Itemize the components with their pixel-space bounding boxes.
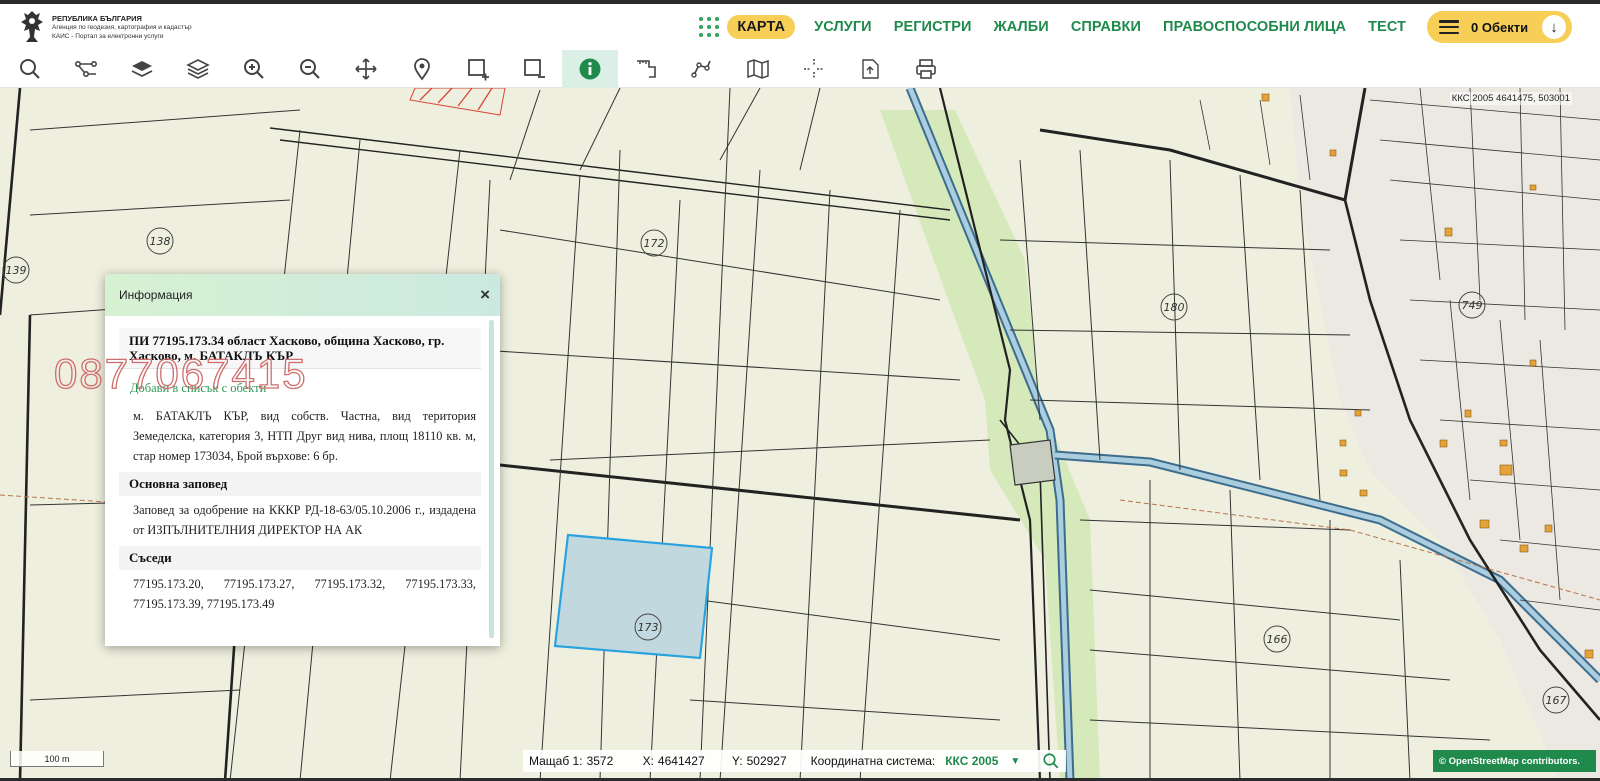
scale-value[interactable]: 3572 <box>587 754 643 768</box>
main-nav: КАРТА УСЛУГИ РЕГИСТРИ ЖАЛБИ СПРАВКИ ПРАВ… <box>699 4 1572 50</box>
parcel-label-167: 167 <box>1546 694 1567 707</box>
measure-icon <box>637 60 656 78</box>
scale-label: Мащаб 1: <box>529 754 583 768</box>
parcel-label-172: 172 <box>644 237 665 250</box>
info-panel-scrollbar[interactable] <box>489 320 494 638</box>
route-tool[interactable] <box>58 50 114 88</box>
header: РЕПУБЛИКА БЪЛГАРИЯ Агенция по геодезия, … <box>0 4 1600 50</box>
nav-map[interactable]: КАРТА <box>727 15 796 39</box>
zoom-out-icon <box>300 59 320 79</box>
select-remove-tool[interactable] <box>506 50 562 88</box>
export-tool[interactable] <box>842 50 898 88</box>
scale-bar: 100 m <box>10 751 104 767</box>
parcel-description: м. БАТАКЛЪ КЪР, вид собств. Частна, вид … <box>133 409 476 463</box>
apps-grid-icon[interactable] <box>699 17 720 37</box>
map-toolbar <box>0 50 1600 88</box>
info-icon <box>579 58 601 80</box>
nav-licensed-persons[interactable]: ПРАВОСПОСОБНИ ЛИЦА <box>1163 19 1346 35</box>
search-tool[interactable] <box>2 50 58 88</box>
info-tool[interactable] <box>562 50 618 88</box>
agency-logo[interactable]: РЕПУБЛИКА БЪЛГАРИЯ Агенция по геодезия, … <box>18 7 198 47</box>
crosshair-icon <box>804 59 824 79</box>
parcel-label-139: 139 <box>6 264 27 277</box>
coordinate-readout: ККС 2005 4641475, 503001 <box>1449 92 1572 105</box>
logo-line-1: РЕПУБЛИКА БЪЛГАРИЯ <box>52 13 142 23</box>
parcel-label-173: 173 <box>638 621 659 634</box>
objects-count: 0 Обекти <box>1471 19 1529 35</box>
export-icon <box>862 59 879 79</box>
measure-tool[interactable] <box>618 50 674 88</box>
parcel-label-138: 138 <box>150 235 171 248</box>
select-remove-icon <box>524 59 545 78</box>
polyline-tool[interactable] <box>674 50 730 88</box>
parcel-label-749: 749 <box>1462 299 1483 312</box>
info-panel: Информация × ПИ 77195.173.34 област Хаск… <box>105 274 500 646</box>
close-icon[interactable]: × <box>480 285 490 305</box>
neighbors-section-title: Съседи <box>119 546 481 570</box>
order-text: Заповед за одобрение на КККР РД-18-63/05… <box>133 503 476 537</box>
zoom-out-tool[interactable] <box>282 50 338 88</box>
map-attribution[interactable]: © OpenStreetMap contributors. <box>1433 750 1596 772</box>
pan-tool[interactable] <box>338 50 394 88</box>
layers-tool[interactable] <box>170 50 226 88</box>
nav-registers[interactable]: РЕГИСТРИ <box>894 19 972 35</box>
status-bar: Мащаб 1: 3572 X: 4641427 Y: 502927 Коорд… <box>523 750 1067 772</box>
print-icon <box>916 59 936 79</box>
x-label: X: <box>642 754 654 768</box>
dropdown-arrow-icon[interactable]: ▼ <box>1010 756 1020 767</box>
select-add-icon <box>468 59 489 81</box>
y-value: 502927 <box>746 754 787 768</box>
x-value: 4641427 <box>657 754 705 768</box>
nav-test[interactable]: ТЕСТ <box>1368 19 1406 35</box>
info-panel-title: Информация <box>119 288 193 302</box>
coordinate-search-icon[interactable] <box>1042 752 1060 770</box>
map-tool[interactable] <box>730 50 786 88</box>
objects-button[interactable]: 0 Обекти ↓ <box>1427 11 1572 43</box>
info-panel-header: Информация × <box>105 274 500 316</box>
phone-watermark: 0877067415 <box>53 349 308 397</box>
crosshair-tool[interactable] <box>786 50 842 88</box>
nav-complaints[interactable]: ЖАЛБИ <box>994 19 1049 35</box>
neighbors-text: 77195.173.20, 77195.173.27, 77195.173.32… <box>133 577 476 611</box>
layers-filled-icon <box>131 61 153 78</box>
crs-label: Координатна система: <box>810 754 936 768</box>
logo-line-3: КАИС - Портал за електронни услуги <box>52 32 164 40</box>
map-icon <box>747 59 769 79</box>
menu-icon <box>1439 20 1459 34</box>
nav-services[interactable]: УСЛУГИ <box>814 19 872 35</box>
logo-line-2: Агенция по геодезия, картография и кадас… <box>52 23 192 31</box>
order-section-title: Основна заповед <box>119 472 481 496</box>
arrow-down-icon[interactable]: ↓ <box>1542 15 1566 39</box>
location-pin-icon <box>414 58 430 81</box>
zoom-in-tool[interactable] <box>226 50 282 88</box>
zoom-in-icon <box>244 59 264 79</box>
location-tool[interactable] <box>394 50 450 88</box>
polyline-icon <box>691 60 711 78</box>
layers-icon <box>186 59 210 79</box>
parcel-label-180: 180 <box>1164 301 1185 314</box>
search-icon <box>20 59 40 79</box>
y-label: Y: <box>731 754 743 768</box>
print-tool[interactable] <box>898 50 954 88</box>
crs-select[interactable]: ККС 2005 <box>945 754 998 768</box>
base-layers-tool[interactable] <box>114 50 170 88</box>
coat-of-arms-icon <box>21 11 43 42</box>
route-icon <box>74 61 97 78</box>
pan-icon <box>355 58 377 80</box>
select-add-tool[interactable] <box>450 50 506 88</box>
parcel-label-166: 166 <box>1267 633 1288 646</box>
nav-reports[interactable]: СПРАВКИ <box>1071 19 1141 35</box>
